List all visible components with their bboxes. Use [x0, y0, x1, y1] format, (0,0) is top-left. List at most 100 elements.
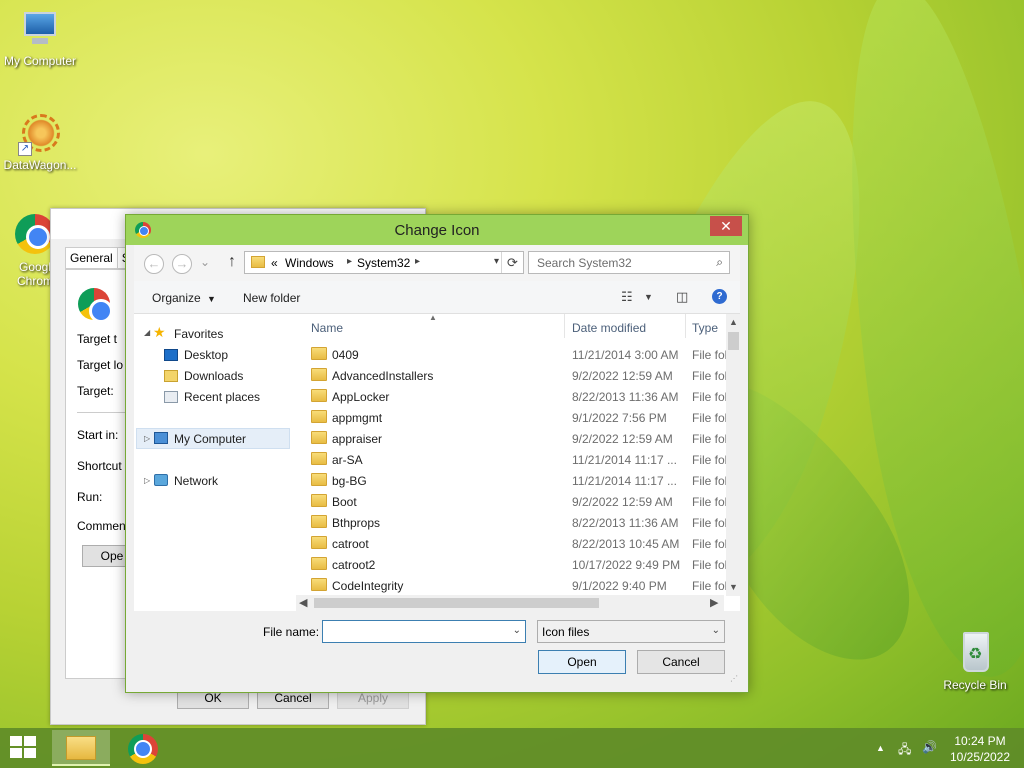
chevron-right-icon[interactable]: ▸	[347, 256, 352, 267]
field-label: Target:	[77, 384, 114, 398]
chevron-down-icon[interactable]: ⌄	[513, 625, 521, 636]
view-dropdown-icon[interactable]: ▼	[644, 292, 653, 302]
file-row[interactable]: bg-BG 11/21/2014 11:17 ... File fol	[301, 470, 726, 491]
resize-grip-icon[interactable]: ⋰	[730, 674, 738, 683]
up-button[interactable]: ↑	[228, 253, 236, 271]
cancel-button[interactable]: Cancel	[637, 650, 725, 674]
volume-icon[interactable]: 🔊	[922, 740, 937, 754]
search-placeholder: Search System32	[537, 256, 632, 270]
file-name: AppLocker	[332, 390, 390, 404]
file-row[interactable]: AppLocker 8/22/2013 11:36 AM File fol	[301, 386, 726, 407]
file-type: File fol	[692, 432, 726, 446]
nav-recent-places[interactable]: Recent places	[184, 390, 260, 404]
file-row[interactable]: ar-SA 11/21/2014 11:17 ... File fol	[301, 449, 726, 470]
field-label: Run:	[77, 490, 103, 504]
column-name[interactable]: Name	[311, 321, 343, 335]
field-label: Shortcut	[77, 459, 122, 473]
file-row[interactable]: appmgmt 9/1/2022 7:56 PM File fol	[301, 407, 726, 428]
file-date-modified: 8/22/2013 10:45 AM	[572, 537, 680, 551]
file-type: File fol	[692, 411, 726, 425]
address-bar[interactable]: « Windows ▸ System32 ▸ ▾ ⟳	[244, 251, 524, 274]
nav-my-computer[interactable]: My Computer	[174, 432, 246, 446]
organize-button[interactable]: Organize ▼	[152, 291, 216, 305]
scrollbar-thumb[interactable]	[728, 332, 739, 350]
file-type: File fol	[692, 453, 726, 467]
taskbar: ▲ 🖧 🔊 10:24 PM 10/25/2022	[0, 728, 1024, 768]
file-date-modified: 11/21/2014 3:00 AM	[572, 348, 679, 362]
recent-locations-button[interactable]: ⌄	[200, 255, 210, 269]
file-row[interactable]: Bthprops 8/22/2013 11:36 AM File fol	[301, 512, 726, 533]
recycle-bin-icon	[953, 632, 997, 676]
desktop-icon-label: DataWagon...	[3, 158, 77, 172]
horizontal-scrollbar[interactable]: ◀ ▶	[296, 595, 724, 611]
search-icon[interactable]: ⌕	[716, 255, 723, 270]
downloads-icon	[164, 370, 178, 382]
file-name-input[interactable]: ⌄	[322, 620, 526, 643]
file-row[interactable]: Boot 9/2/2022 12:59 AM File fol	[301, 491, 726, 512]
dialog-titlebar[interactable]: Change Icon ✕	[126, 215, 748, 245]
column-date-modified[interactable]: Date modified	[572, 321, 646, 335]
expand-triangle-icon[interactable]: ▷	[144, 476, 150, 485]
file-date-modified: 9/2/2022 12:59 AM	[572, 495, 673, 509]
vertical-scrollbar[interactable]: ▲ ▼	[726, 314, 741, 596]
clock-time: 10:24 PM	[954, 734, 1006, 748]
file-row[interactable]: 0409 11/21/2014 3:00 AM File fol	[301, 344, 726, 365]
scroll-up-arrow-icon[interactable]: ▲	[729, 317, 738, 327]
folder-icon	[311, 347, 327, 360]
scroll-left-arrow-icon[interactable]: ◀	[299, 596, 307, 609]
address-overflow[interactable]: «	[271, 256, 278, 270]
dialog-title: Change Icon	[394, 222, 480, 239]
column-divider[interactable]	[685, 314, 686, 338]
windows-logo-icon	[10, 736, 22, 746]
desktop-icon-recycle-bin[interactable]: Recycle Bin	[935, 632, 1015, 692]
file-row[interactable]: CodeIntegrity 9/1/2022 9:40 PM File fol	[301, 575, 726, 596]
properties-tabs: General S	[65, 247, 135, 269]
scroll-right-arrow-icon[interactable]: ▶	[710, 596, 718, 609]
file-date-modified: 11/21/2014 11:17 ...	[572, 453, 677, 467]
refresh-button[interactable]: ⟳	[501, 252, 523, 273]
file-type: File fol	[692, 390, 726, 404]
show-hidden-icons-icon[interactable]: ▲	[876, 743, 885, 753]
breadcrumb-system32[interactable]: System32	[357, 256, 410, 270]
forward-button[interactable]: →	[172, 254, 192, 274]
file-row[interactable]: AdvancedInstallers 9/2/2022 12:59 AM File …	[301, 365, 726, 386]
back-button[interactable]: ←	[144, 254, 164, 274]
file-type-select[interactable]: Icon files ⌄	[537, 620, 725, 643]
folder-icon	[311, 536, 327, 549]
help-icon[interactable]: ?	[712, 289, 727, 304]
expand-triangle-icon[interactable]: ▷	[144, 434, 150, 443]
file-row[interactable]: catroot2 10/17/2022 9:49 PM File fol	[301, 554, 726, 575]
open-button[interactable]: Open	[538, 650, 626, 674]
scroll-down-arrow-icon[interactable]: ▼	[729, 582, 738, 592]
clock[interactable]: 10:24 PM 10/25/2022	[940, 733, 1020, 765]
search-box[interactable]: Search System32 ⌕	[528, 251, 730, 274]
desktop-icon-datawagon[interactable]: ↗ DataWagon...	[0, 112, 80, 172]
breadcrumb-windows[interactable]: Windows	[285, 256, 334, 270]
nav-favorites[interactable]: Favorites	[174, 327, 223, 341]
preview-pane-icon[interactable]: ◫	[676, 289, 688, 305]
file-name: AdvancedInstallers	[332, 369, 434, 383]
nav-network[interactable]: Network	[174, 474, 218, 488]
start-button[interactable]	[10, 736, 38, 760]
scrollbar-thumb[interactable]	[314, 598, 599, 608]
file-name: appmgmt	[332, 411, 383, 425]
view-options-icon[interactable]: ☷	[621, 289, 633, 305]
file-row[interactable]: catroot 8/22/2013 10:45 AM File fol	[301, 533, 726, 554]
desktop-icon-my-computer[interactable]: My Computer	[0, 8, 80, 68]
navigation-pane: ◢ ★ Favorites Desktop Downloads Recent p…	[134, 314, 299, 596]
tab-general[interactable]: General	[65, 247, 118, 269]
nav-downloads[interactable]: Downloads	[184, 369, 243, 383]
network-icon[interactable]: 🖧	[898, 740, 911, 761]
new-folder-button[interactable]: New folder	[243, 291, 300, 305]
file-name: Boot	[332, 495, 357, 509]
collapse-triangle-icon[interactable]: ◢	[144, 328, 150, 337]
chevron-right-icon[interactable]: ▸	[415, 256, 420, 267]
file-row[interactable]: appraiser 9/2/2022 12:59 AM File fol	[301, 428, 726, 449]
taskbar-file-explorer[interactable]	[52, 730, 110, 766]
taskbar-chrome[interactable]	[114, 730, 172, 766]
nav-desktop[interactable]: Desktop	[184, 348, 228, 362]
address-dropdown[interactable]: ▾	[494, 256, 499, 267]
close-button[interactable]: ✕	[710, 216, 742, 236]
column-type[interactable]: Type	[692, 321, 718, 335]
column-divider[interactable]	[564, 314, 565, 338]
